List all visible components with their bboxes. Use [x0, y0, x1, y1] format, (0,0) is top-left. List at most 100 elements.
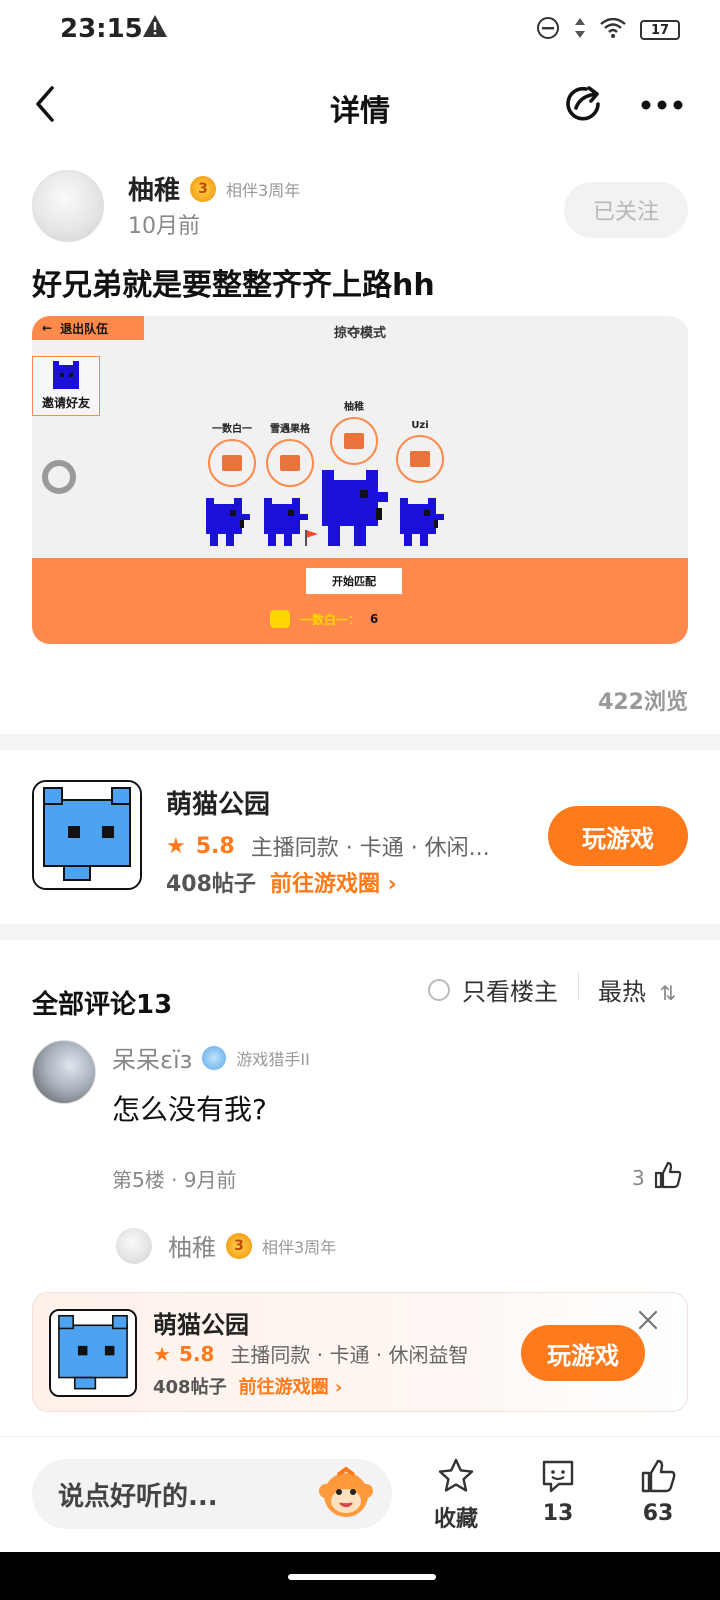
banner-game-icon[interactable] [49, 1309, 137, 1397]
author-badge: 相伴3周年 [226, 180, 301, 200]
page-title: 详情 [330, 94, 390, 129]
section-divider [0, 924, 720, 940]
game-name[interactable]: 萌猫公园 [166, 784, 270, 821]
banner-info-row: ★ 5.8 主播同款 · 卡通 · 休闲益智 [153, 1339, 469, 1368]
anniversary-medal-icon: 3 [226, 1232, 252, 1259]
reply-row: 柚稚 3 相伴3周年 [168, 1228, 336, 1263]
comment-button[interactable]: 13 [530, 1457, 586, 1526]
player-slot: 柚稚 [322, 398, 386, 465]
battery-icon: 17 [640, 20, 680, 40]
game-chat-line: 一数白一： 6 [270, 610, 378, 628]
player-slot: 一数白一 [200, 420, 264, 487]
banner-tags: 主播同款 · 卡通 · 休闲益智 [230, 1343, 469, 1367]
sort-label: 最热 [598, 978, 646, 1006]
blue-cat-sprite [206, 498, 250, 546]
banner-game-name: 萌猫公园 [153, 1311, 249, 1339]
comment-input-placeholder: 说点好听的... [58, 1481, 218, 1512]
wifi-icon [600, 17, 626, 42]
dnd-icon [536, 16, 560, 44]
blue-cat-sprite-large [322, 470, 388, 546]
banner-play-button[interactable]: 玩游戏 [521, 1325, 645, 1381]
game-info-row: ★ 5.8 主播同款 · 卡通 · 休闲... [166, 830, 490, 862]
section-divider [0, 734, 720, 750]
only-op-toggle[interactable]: 只看楼主 [428, 972, 558, 1007]
follow-button[interactable]: 已关注 [564, 182, 688, 238]
goto-game-circle-link[interactable]: 前往游戏圈 › [270, 866, 397, 898]
share-button[interactable] [562, 82, 606, 130]
reply-avatar[interactable] [116, 1228, 152, 1264]
post-title: 好兄弟就是要整整齐齐上路hh [32, 268, 435, 303]
play-game-button[interactable]: 玩游戏 [548, 806, 688, 866]
player-name: 雪遇果格 [270, 424, 310, 435]
favorite-button[interactable]: 收藏 [428, 1457, 484, 1533]
like-count: 63 [642, 1501, 674, 1526]
cat-avatar-icon [266, 439, 314, 487]
game-tags: 主播同款 · 卡通 · 休闲... [250, 836, 490, 861]
reply-author-name[interactable]: 柚稚 [168, 1228, 216, 1263]
cat-avatar-icon [330, 417, 378, 465]
banner-meta-row: 408帖子 前往游戏圈 › [153, 1373, 342, 1399]
chat-bubble-icon [270, 610, 290, 628]
chevron-right-icon: › [387, 872, 397, 897]
game-post-count: 408帖子 [166, 872, 256, 897]
post-image[interactable]: ← 退出队伍 掠夺模式 邀请好友 一数白一 雪遇果格 柚稚 Uzi 开始匹配 一… [32, 316, 688, 644]
like-button[interactable]: 63 [630, 1457, 686, 1526]
game-hunter-badge-icon [202, 1045, 227, 1070]
player-slot: Uzi [388, 420, 452, 483]
star-outline-icon [438, 1458, 474, 1492]
comment-like-button[interactable]: 3 [632, 1160, 683, 1195]
commenter-avatar[interactable] [32, 1040, 96, 1104]
thumbs-up-icon [641, 1459, 676, 1493]
star-icon: ★ [166, 833, 186, 859]
favorite-label: 收藏 [433, 1507, 478, 1532]
comment-bubble-icon [542, 1460, 574, 1493]
thumbs-up-icon [653, 1160, 683, 1195]
chat-name: 一数白一： [300, 612, 361, 627]
comment-like-count: 3 [632, 1165, 645, 1190]
anniversary-medal-icon: 3 [190, 175, 217, 202]
banner-post-count: 408帖子 [153, 1377, 227, 1398]
player-name: Uzi [411, 420, 429, 431]
commenter-row: 呆呆εïз 游戏猎手II [112, 1040, 310, 1075]
game-meta-row: 408帖子 前往游戏圈 › [166, 866, 397, 898]
commenter-name[interactable]: 呆呆εïз [112, 1040, 192, 1075]
chat-count: 6 [370, 612, 379, 626]
banner-goto-text: 前往游戏圈 [238, 1377, 329, 1398]
status-time: 23:15 [60, 14, 143, 44]
cat-avatar-icon [208, 439, 256, 487]
banner-rating: 5.8 [178, 1341, 215, 1366]
comment-count: 13 [542, 1501, 574, 1526]
close-icon[interactable] [637, 1309, 659, 1335]
game-icon[interactable] [32, 780, 142, 890]
comments-title: 全部评论13 [32, 990, 173, 1020]
sort-icon: ⇅ [659, 981, 677, 1005]
home-indicator[interactable] [288, 1574, 436, 1580]
system-nav-bar [0, 1552, 720, 1600]
author-row: 柚稚 3 相伴3周年 [128, 170, 300, 207]
game-mode-label: 掠夺模式 [333, 326, 386, 341]
view-count: 422浏览 [598, 690, 688, 715]
top-bar: 详情 [0, 70, 720, 140]
reply-badge: 相伴3周年 [262, 1237, 337, 1257]
bottom-action-bar: 说点好听的... 收藏 13 63 [0, 1436, 720, 1550]
author-avatar[interactable] [32, 170, 104, 242]
blue-cat-icon [53, 361, 79, 389]
divider-line [578, 972, 579, 1000]
start-match-button: 开始匹配 [306, 568, 402, 594]
radio-icon[interactable] [428, 978, 450, 1001]
sort-button[interactable]: 最热 ⇅ [598, 972, 676, 1007]
blue-cat-sprite [400, 498, 444, 546]
invite-friend-label: 邀请好友 [32, 356, 100, 416]
post-time: 10月前 [128, 214, 200, 239]
banner-goto-link[interactable]: 前往游戏圈 › [239, 1373, 343, 1399]
player-slot: 雪遇果格 [258, 420, 322, 487]
star-icon: ★ [153, 1341, 171, 1366]
monkey-mascot-icon[interactable] [318, 1465, 374, 1525]
floating-game-banner[interactable]: 萌猫公园 ★ 5.8 主播同款 · 卡通 · 休闲益智 408帖子 前往游戏圈 … [32, 1292, 688, 1412]
comment-text: 怎么没有我? [112, 1093, 267, 1126]
author-name[interactable]: 柚稚 [128, 170, 180, 207]
ring-icon [42, 460, 76, 494]
more-options-button[interactable] [640, 96, 684, 115]
invite-friend-text: 邀请好友 [41, 396, 90, 410]
data-arrows-icon [574, 16, 586, 44]
